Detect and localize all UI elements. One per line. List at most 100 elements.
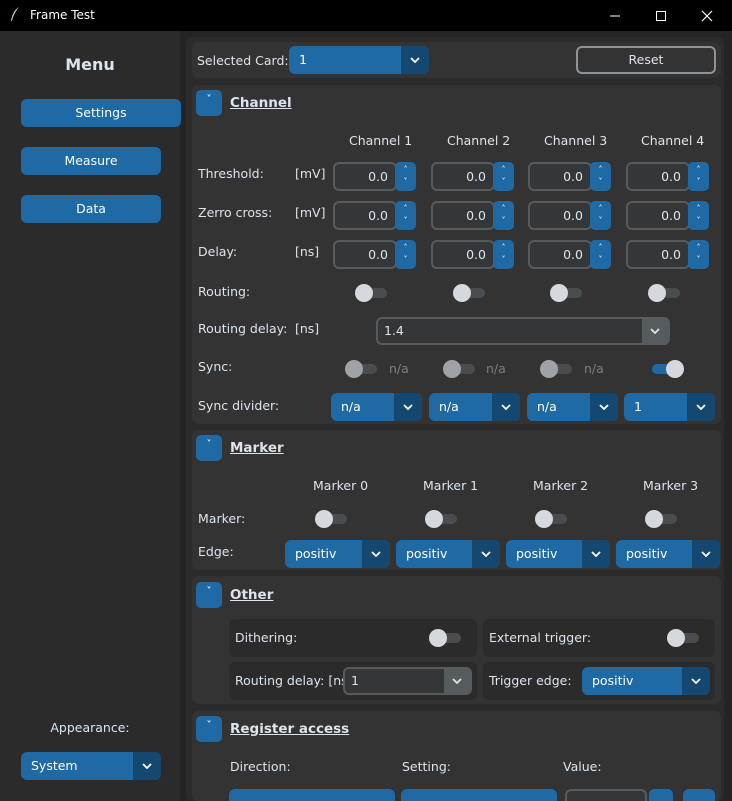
zero-cross-ch4-spinbox[interactable]: 0.0 ˄ ˅ (626, 201, 709, 230)
routing-ch4-switch[interactable] (648, 284, 682, 302)
spin-down-icon[interactable]: ˅ (688, 255, 709, 265)
spin-up-icon[interactable]: ˄ (493, 243, 514, 253)
threshold-ch2-spinbox[interactable]: 0.0 ˄ ˅ (431, 162, 514, 191)
spin-down-icon[interactable]: ˅ (395, 216, 416, 226)
chevron-down-icon[interactable] (401, 46, 429, 74)
data-button[interactable]: Data (21, 195, 161, 223)
delay-ch2-value[interactable]: 0.0 (431, 240, 495, 269)
spin-down-icon[interactable]: ˅ (493, 177, 514, 187)
external-trigger-switch[interactable] (667, 629, 701, 647)
maximize-icon[interactable] (638, 0, 684, 31)
channel-collapse-toggle[interactable]: ˅ (196, 90, 222, 116)
chevron-down-icon[interactable] (472, 540, 500, 568)
sync-divider-ch4-select[interactable]: 1 (624, 393, 715, 421)
zero-cross-ch1-value[interactable]: 0.0 (333, 201, 397, 230)
sync-ch1-switch[interactable] (345, 360, 379, 378)
marker-2-switch[interactable] (535, 510, 569, 528)
marker-0-switch[interactable] (315, 510, 349, 528)
register-collapse-toggle[interactable]: ˅ (196, 716, 222, 742)
routing-ch1-switch[interactable] (355, 284, 389, 302)
marker-collapse-toggle[interactable]: ˅ (196, 435, 222, 461)
spin-down-icon[interactable]: ˅ (395, 177, 416, 187)
threshold-ch2-value[interactable]: 0.0 (431, 162, 495, 191)
sync-divider-ch3-select[interactable]: n/a (527, 393, 618, 421)
threshold-ch3-value[interactable]: 0.0 (528, 162, 592, 191)
spin-up-icon[interactable]: ˄ (493, 204, 514, 214)
spin-up-icon[interactable]: ˄ (590, 204, 611, 214)
delay-ch2-spinbox[interactable]: 0.0 ˄ ˅ (431, 240, 514, 269)
close-icon[interactable] (684, 0, 730, 31)
trigger-edge-select[interactable]: positiv (582, 667, 710, 695)
zero-cross-ch2-spinbox[interactable]: 0.0 ˄ ˅ (431, 201, 514, 230)
chevron-down-icon[interactable] (394, 393, 422, 421)
value-spin-arrows[interactable] (649, 789, 673, 801)
edge-marker-2-select[interactable]: positiv (506, 540, 610, 568)
spin-down-icon[interactable]: ˅ (590, 177, 611, 187)
edge-marker-1-select[interactable]: positiv (396, 540, 500, 568)
edge-marker-3-select[interactable]: positiv (616, 540, 720, 568)
chevron-down-icon[interactable] (682, 667, 710, 695)
spin-up-icon[interactable]: ˄ (590, 243, 611, 253)
sync-ch4-switch[interactable] (650, 360, 684, 378)
spin-up-icon[interactable]: ˄ (395, 165, 416, 175)
chevron-down-icon[interactable] (362, 540, 390, 568)
zero-cross-ch3-value[interactable]: 0.0 (528, 201, 592, 230)
threshold-ch1-spinbox[interactable]: 0.0 ˄ ˅ (333, 162, 416, 191)
spin-down-icon[interactable]: ˅ (395, 255, 416, 265)
chevron-down-icon[interactable] (687, 393, 715, 421)
settings-button[interactable]: Settings (21, 99, 181, 127)
spin-up-icon[interactable]: ˄ (688, 243, 709, 253)
sync-divider-ch2-select[interactable]: n/a (429, 393, 520, 421)
spin-up-icon[interactable]: ˄ (395, 204, 416, 214)
spin-up-icon[interactable]: ˄ (493, 165, 514, 175)
delay-ch1-spinbox[interactable]: 0.0 ˄ ˅ (333, 240, 416, 269)
marker-1-switch[interactable] (425, 510, 459, 528)
zero-cross-ch2-value[interactable]: 0.0 (431, 201, 495, 230)
spin-up-icon[interactable]: ˄ (688, 165, 709, 175)
chevron-down-icon[interactable] (444, 669, 470, 693)
routing-ch2-switch[interactable] (453, 284, 487, 302)
zero-cross-ch1-spinbox[interactable]: 0.0 ˄ ˅ (333, 201, 416, 230)
minimize-icon[interactable] (592, 0, 638, 31)
zero-cross-ch3-spinbox[interactable]: 0.0 ˄ ˅ (528, 201, 611, 230)
spin-down-icon[interactable]: ˅ (590, 216, 611, 226)
sync-ch3-switch[interactable] (540, 360, 574, 378)
value-spinbox[interactable] (565, 789, 647, 801)
spin-down-icon[interactable]: ˅ (493, 216, 514, 226)
appearance-select[interactable]: System (21, 752, 161, 780)
setting-select[interactable] (401, 789, 557, 801)
threshold-ch4-spinbox[interactable]: 0.0 ˄ ˅ (626, 162, 709, 191)
threshold-ch3-spinbox[interactable]: 0.0 ˄ ˅ (528, 162, 611, 191)
measure-button[interactable]: Measure (21, 147, 161, 175)
chevron-down-icon[interactable] (642, 319, 668, 343)
direction-select[interactable] (229, 789, 395, 801)
routing-ch3-switch[interactable] (550, 284, 584, 302)
spin-up-icon[interactable]: ˄ (688, 204, 709, 214)
edge-marker-0-select[interactable]: positiv (285, 540, 390, 568)
spin-down-icon[interactable]: ˅ (493, 255, 514, 265)
delay-ch4-value[interactable]: 0.0 (626, 240, 690, 269)
spin-up-icon[interactable]: ˄ (590, 165, 611, 175)
routing-delay-select[interactable]: 1.4 (376, 317, 670, 345)
routing-delay-value[interactable]: 1.4 (384, 319, 404, 343)
register-action-button[interactable] (683, 789, 715, 801)
delay-ch1-value[interactable]: 0.0 (333, 240, 397, 269)
other-routing-delay-value[interactable]: 1 (351, 669, 359, 693)
spin-up-icon[interactable]: ˄ (395, 243, 416, 253)
threshold-ch4-value[interactable]: 0.0 (626, 162, 690, 191)
chevron-down-icon[interactable] (133, 752, 161, 780)
delay-ch3-value[interactable]: 0.0 (528, 240, 592, 269)
sync-divider-ch1-select[interactable]: n/a (331, 393, 422, 421)
sync-ch2-switch[interactable] (443, 360, 477, 378)
spin-down-icon[interactable]: ˅ (590, 255, 611, 265)
delay-ch4-spinbox[interactable]: 0.0 ˄ ˅ (626, 240, 709, 269)
marker-3-switch[interactable] (645, 510, 679, 528)
threshold-ch1-value[interactable]: 0.0 (333, 162, 397, 191)
other-collapse-toggle[interactable]: ˅ (196, 582, 222, 608)
chevron-down-icon[interactable] (590, 393, 618, 421)
chevron-down-icon[interactable] (692, 540, 720, 568)
dithering-switch[interactable] (429, 629, 463, 647)
chevron-down-icon[interactable] (492, 393, 520, 421)
selected-card-select[interactable]: 1 (289, 46, 429, 74)
spin-down-icon[interactable]: ˅ (688, 216, 709, 226)
